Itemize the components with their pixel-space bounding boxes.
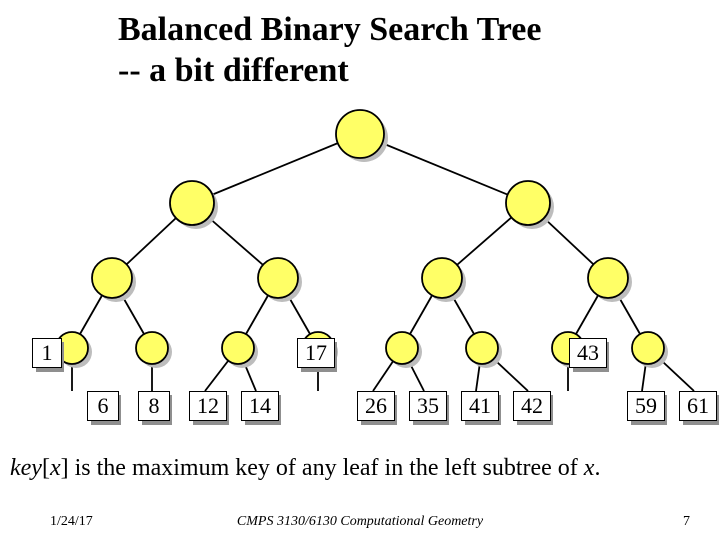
footer-page: 7 <box>683 514 690 530</box>
leaf-box-1: 1 <box>32 338 62 368</box>
leaf-box-43: 43 <box>569 338 607 368</box>
tree-node <box>92 258 132 298</box>
leaf-box-14: 14 <box>241 391 279 421</box>
caption-key: key <box>10 455 42 481</box>
leaf-box-41: 41 <box>461 391 499 421</box>
caption-x2: x <box>584 455 595 481</box>
caption: key[x] is the maximum key of any leaf in… <box>10 455 600 482</box>
tree-node <box>336 110 384 158</box>
tree-node <box>170 181 214 225</box>
leaf-box-17: 17 <box>297 338 335 368</box>
title-line-1: Balanced Binary Search Tree <box>118 10 541 51</box>
leaf-box-42: 42 <box>513 391 551 421</box>
leaf-box-6: 6 <box>87 391 119 421</box>
leaf-box-26: 26 <box>357 391 395 421</box>
tree-node <box>506 181 550 225</box>
tree-node <box>222 332 254 364</box>
tree-node <box>466 332 498 364</box>
tree-node <box>386 332 418 364</box>
footer-course: CMPS 3130/6130 Computational Geometry <box>0 514 720 530</box>
title-line-2: -- a bit different <box>118 51 541 92</box>
caption-x1: x <box>50 455 61 481</box>
leaf-box-61: 61 <box>679 391 717 421</box>
page-title: Balanced Binary Search Tree -- a bit dif… <box>118 10 541 92</box>
tree-node <box>136 332 168 364</box>
leaf-box-59: 59 <box>627 391 665 421</box>
leaf-box-12: 12 <box>189 391 227 421</box>
leaf-box-35: 35 <box>409 391 447 421</box>
tree-node <box>632 332 664 364</box>
tree-node <box>422 258 462 298</box>
leaf-box-8: 8 <box>138 391 170 421</box>
tree-node <box>588 258 628 298</box>
tree-node <box>258 258 298 298</box>
bst-diagram <box>0 98 720 408</box>
